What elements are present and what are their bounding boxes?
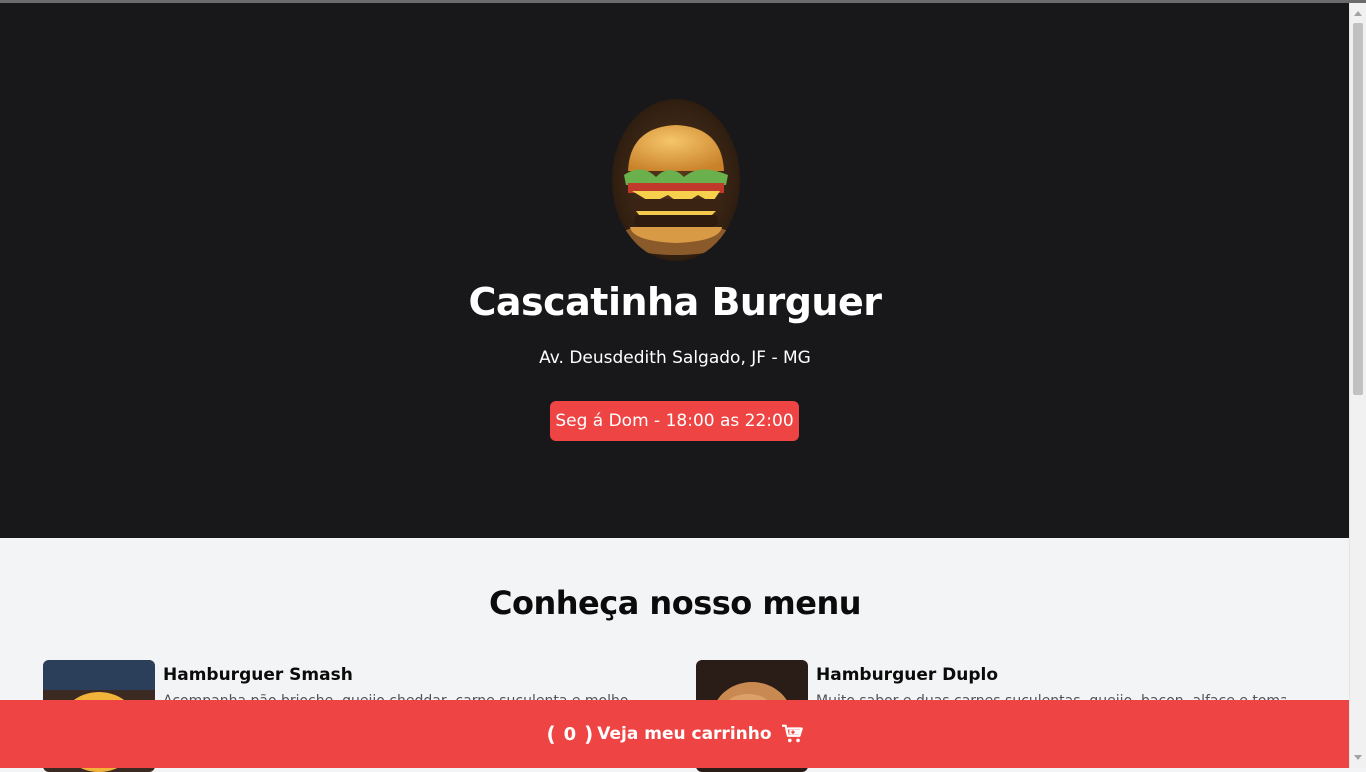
view-cart-button[interactable]: ( 0 ) Veja meu carrinho: [0, 700, 1350, 768]
restaurant-address: Av. Deusdedith Salgado, JF - MG: [539, 348, 811, 368]
scroll-down-icon[interactable]: [1354, 755, 1362, 760]
cart-count-open-paren: (: [546, 722, 556, 746]
scroll-up-icon[interactable]: [1354, 11, 1362, 16]
scrollbar-thumb[interactable]: [1353, 23, 1363, 395]
cart-icon: [781, 723, 804, 745]
menu-item-name: Hamburguer Duplo: [816, 665, 999, 685]
restaurant-name: Cascatinha Burguer: [468, 280, 882, 324]
hero-header: Cascatinha Burguer Av. Deusdedith Salgad…: [0, 3, 1350, 538]
cart-label: Veja meu carrinho: [597, 724, 772, 744]
menu-section-title: Conheça nosso menu: [488, 584, 862, 622]
cart-item-count: 0: [563, 723, 577, 745]
cart-count-close-paren: ): [584, 722, 594, 746]
menu-item-name: Hamburguer Smash: [163, 665, 353, 685]
page-scrollbar[interactable]: [1349, 3, 1366, 768]
restaurant-logo: [612, 99, 740, 261]
opening-hours-badge: Seg á Dom - 18:00 as 22:00: [550, 401, 799, 441]
